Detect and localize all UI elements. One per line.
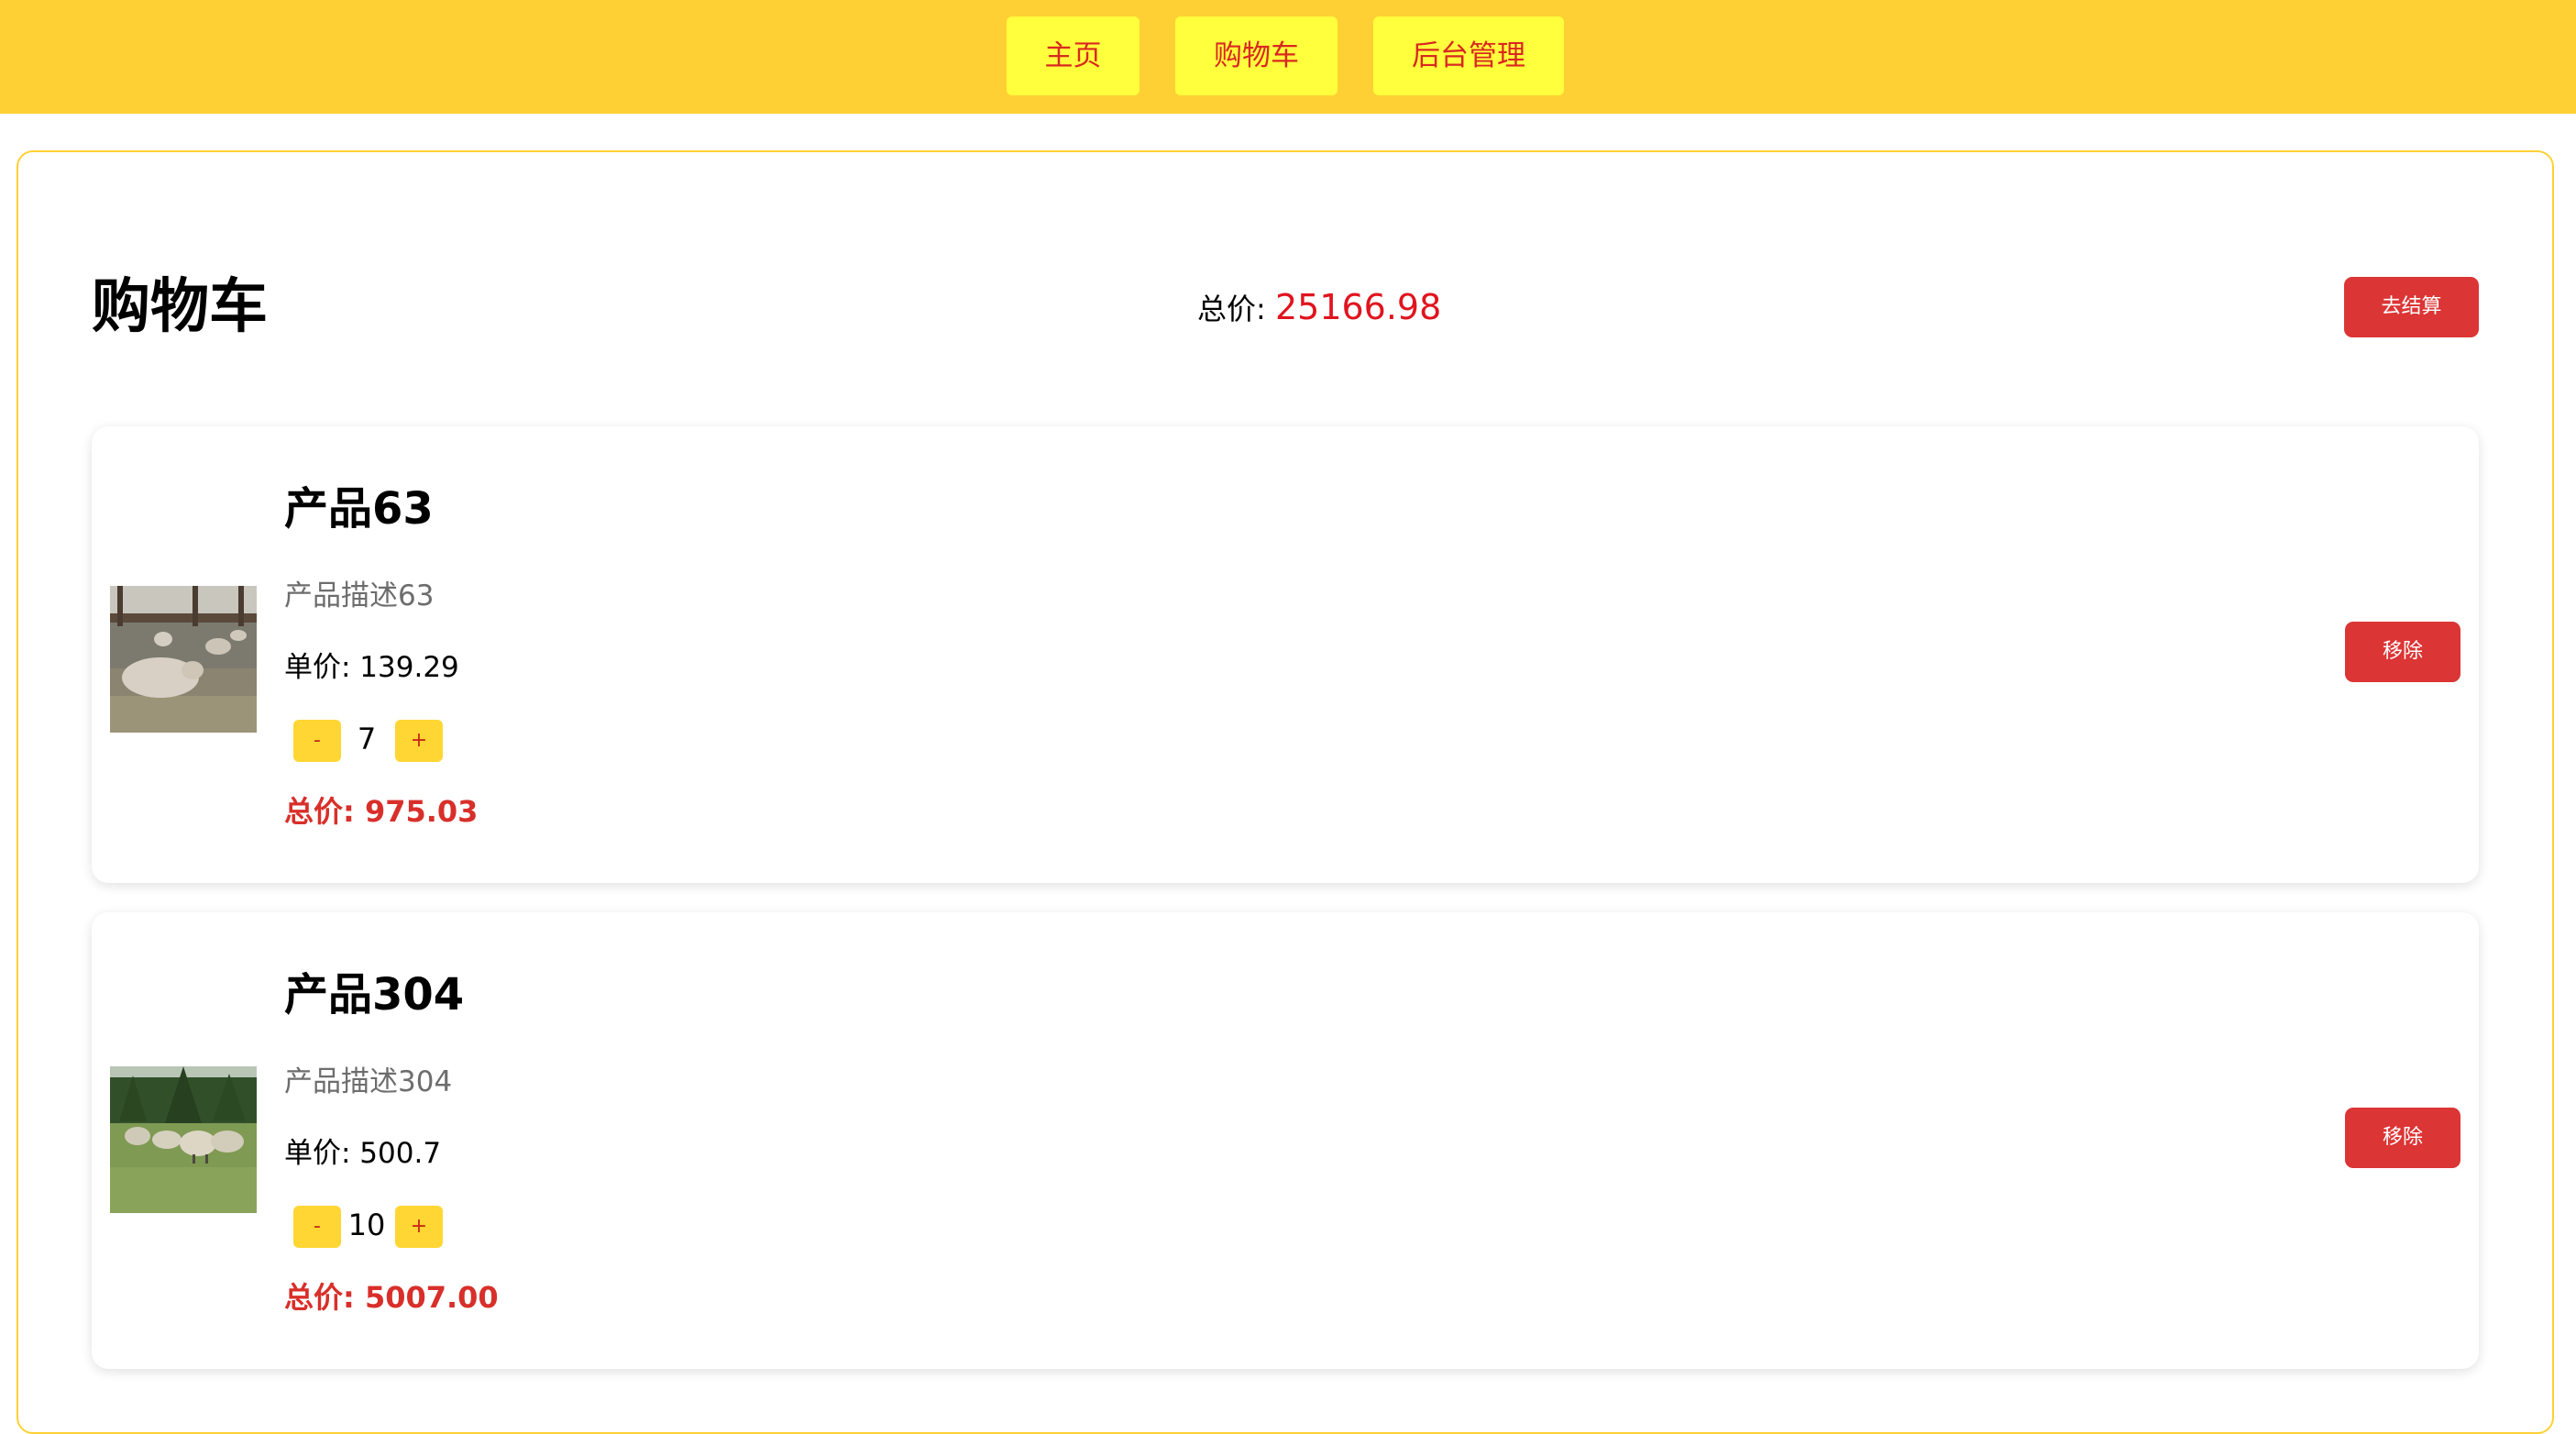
sheep-in-field-photo <box>110 1066 257 1213</box>
grand-total: 总价: 25166.98 <box>1197 284 1441 330</box>
increase-quantity-button[interactable]: + <box>395 720 443 762</box>
remove-item-button[interactable]: 移除 <box>2345 1108 2460 1168</box>
grand-total-label: 总价: <box>1197 292 1266 326</box>
top-nav-bar: 主页 购物车 后台管理 <box>0 0 2576 114</box>
checkout-button[interactable]: 去结算 <box>2344 277 2479 337</box>
grand-total-value: 25166.98 <box>1274 287 1442 327</box>
product-image <box>110 586 257 733</box>
unit-price: 单价: 500.7 <box>284 1137 442 1170</box>
sheep-in-barn-photo <box>110 586 257 733</box>
increase-quantity-button[interactable]: + <box>395 1206 443 1248</box>
product-name: 产品304 <box>284 969 465 1020</box>
product-description: 产品描述304 <box>284 1065 453 1098</box>
item-subtotal: 总价: 975.03 <box>284 794 479 829</box>
unit-price: 单价: 139.29 <box>284 651 459 684</box>
product-name: 产品63 <box>284 483 434 535</box>
nav-home-button[interactable]: 主页 <box>1007 17 1139 95</box>
nav-admin-button[interactable]: 后台管理 <box>1373 17 1564 95</box>
item-subtotal: 总价: 5007.00 <box>284 1280 499 1315</box>
quantity-value: 7 <box>357 722 377 756</box>
cart-item-card: 产品304 产品描述304 单价: 500.7 - 10 + 总价: 5007.… <box>92 912 2479 1369</box>
product-description: 产品描述63 <box>284 579 435 612</box>
cart-item-card: 产品63 产品描述63 单价: 139.29 - 7 + 总价: 975.03 … <box>92 426 2479 883</box>
nav-cart-button[interactable]: 购物车 <box>1175 17 1338 95</box>
quantity-value: 10 <box>347 1208 386 1242</box>
page-title: 购物车 <box>92 273 268 341</box>
remove-item-button[interactable]: 移除 <box>2345 622 2460 682</box>
product-image <box>110 1066 257 1213</box>
